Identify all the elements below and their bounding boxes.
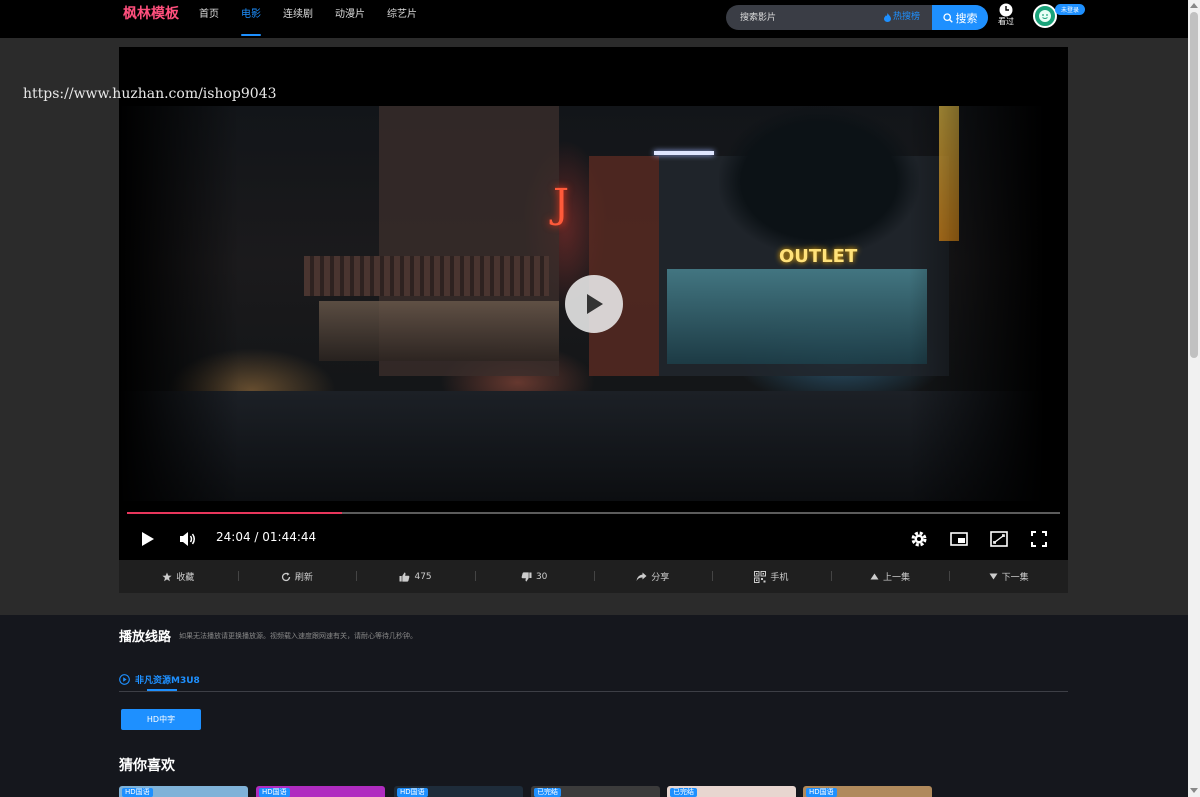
time-display: 24:04 / 01:44:44 (216, 530, 317, 544)
gear-icon (911, 531, 927, 547)
play-icon (142, 532, 154, 546)
thumbs-down-icon (521, 571, 532, 581)
main-nav: 首页 电影 连续剧 动漫片 综艺片 (199, 0, 439, 38)
refresh-button[interactable]: 刷新 (237, 560, 357, 593)
scroll-down-arrow[interactable] (1190, 788, 1198, 793)
thumbs-up-icon (399, 572, 410, 582)
webfullscreen-button[interactable] (988, 527, 1010, 551)
progress-fill (127, 512, 342, 514)
mobile-qrcode-button[interactable]: 手机 (712, 560, 831, 593)
scene-awning (304, 256, 549, 296)
like-button[interactable]: 475 (356, 560, 475, 593)
flame-icon (884, 13, 891, 22)
player-action-bar: 收藏 刷新 475 30 分享 手机 上一集 下一集 (119, 560, 1068, 593)
login-badge[interactable]: 未登录 (1055, 4, 1086, 15)
scene-shop-window (667, 269, 927, 364)
fullscreen-icon (1031, 531, 1047, 547)
recommend-badge: HD国语 (259, 788, 290, 797)
share-button[interactable]: 分享 (593, 560, 713, 593)
page-scrollbar[interactable] (1188, 0, 1200, 797)
scene-tree (719, 106, 919, 256)
next-episode-button[interactable]: 下一集 (949, 560, 1068, 593)
recommend-card[interactable]: 已完结 (531, 786, 660, 797)
face-icon (1039, 10, 1051, 22)
episode-button[interactable]: HD中字 (121, 709, 201, 730)
picture-in-picture-icon (950, 532, 968, 546)
user-avatar[interactable] (1033, 4, 1057, 28)
source-tab-label: 非凡资源M3U8 (135, 675, 200, 686)
expand-window-icon (990, 531, 1008, 547)
recommend-title: 猜你喜欢 (119, 758, 175, 774)
watermark-url: https://www.huzhan.com/ishop9043 (23, 86, 277, 102)
scene-shop-window (319, 301, 559, 361)
refresh-label: 刷新 (294, 573, 313, 583)
volume-button[interactable] (177, 527, 199, 551)
search-button[interactable]: 搜索 (932, 5, 988, 30)
hot-search-label: 热搜榜 (893, 12, 921, 22)
dislike-button[interactable]: 30 (474, 560, 594, 593)
scene-vignette (909, 106, 1068, 501)
favorite-label: 收藏 (176, 573, 195, 583)
recommend-list: HD国语 HD国语 HD国语 已完结 已完结 HD国语 (119, 786, 939, 797)
recommend-badge: 已完结 (670, 788, 697, 797)
recommend-card[interactable]: HD国语 (119, 786, 248, 797)
triangle-down-icon (989, 573, 998, 580)
nav-item-anime[interactable]: 动漫片 (335, 0, 365, 38)
recommend-card[interactable]: HD国语 (394, 786, 523, 797)
share-icon (636, 572, 647, 581)
nav-item-variety[interactable]: 综艺片 (387, 0, 417, 38)
scene-building (589, 156, 659, 376)
play-circle-icon (119, 673, 130, 685)
nav-item-home[interactable]: 首页 (199, 0, 219, 38)
site-logo[interactable]: 枫林模板 (123, 3, 179, 23)
search-icon (942, 12, 953, 23)
scene-neon-sign: OUTLET (779, 246, 858, 267)
recommend-badge: HD国语 (806, 788, 837, 797)
prev-episode-label: 上一集 (883, 573, 911, 583)
pip-button[interactable] (948, 527, 970, 551)
recommend-badge: HD国语 (122, 788, 153, 797)
recommend-card[interactable]: HD国语 (803, 786, 932, 797)
refresh-icon (281, 572, 291, 581)
video-player[interactable]: J OUTLET 24:04 / 01:44:44 (119, 47, 1068, 560)
next-episode-label: 下一集 (1001, 573, 1029, 583)
big-play-button[interactable] (565, 275, 623, 333)
recommend-badge: 已完结 (534, 788, 561, 797)
settings-button[interactable] (908, 527, 930, 551)
fullscreen-button[interactable] (1028, 527, 1050, 551)
lines-hint: 如果无法播放请更换播放源。视频载入速度跟网速有关，请耐心等待几秒钟。 (179, 632, 417, 640)
prev-episode-button[interactable]: 上一集 (830, 560, 950, 593)
volume-icon (180, 532, 195, 546)
like-count: 475 (414, 571, 432, 582)
recommend-badge: HD国语 (397, 788, 428, 797)
search-box: 热搜榜 搜索 (726, 5, 988, 30)
scroll-up-arrow[interactable] (1190, 3, 1198, 8)
progress-bar[interactable] (127, 512, 1060, 514)
share-label: 分享 (651, 573, 670, 583)
star-icon (162, 572, 172, 581)
play-button[interactable] (137, 527, 159, 551)
nav-item-series[interactable]: 连续剧 (283, 0, 313, 38)
scroll-thumb[interactable] (1190, 12, 1198, 358)
dislike-count: 30 (535, 571, 548, 582)
recommend-card[interactable]: 已完结 (667, 786, 796, 797)
lines-title: 播放线路 (119, 630, 172, 645)
divider (119, 691, 1068, 692)
recommend-card[interactable]: HD国语 (256, 786, 385, 797)
top-header: 枫林模板 首页 电影 连续剧 动漫片 综艺片 热搜榜 搜索 看过 未登录 (0, 0, 1188, 38)
nav-item-movies[interactable]: 电影 (241, 0, 261, 38)
scene-neon: J (553, 181, 570, 227)
play-icon (587, 294, 603, 314)
search-button-label: 搜索 (955, 11, 978, 25)
mobile-label: 手机 (770, 573, 789, 583)
qrcode-icon (754, 570, 767, 583)
clock-icon (999, 3, 1013, 17)
history-label: 看过 (998, 17, 1014, 26)
hot-search-link[interactable]: 热搜榜 (884, 5, 920, 30)
favorite-button[interactable]: 收藏 (119, 560, 238, 593)
scene-vignette (119, 106, 239, 501)
triangle-up-icon (870, 573, 879, 580)
history-button[interactable]: 看过 (996, 3, 1016, 27)
scene-neon (654, 151, 714, 155)
